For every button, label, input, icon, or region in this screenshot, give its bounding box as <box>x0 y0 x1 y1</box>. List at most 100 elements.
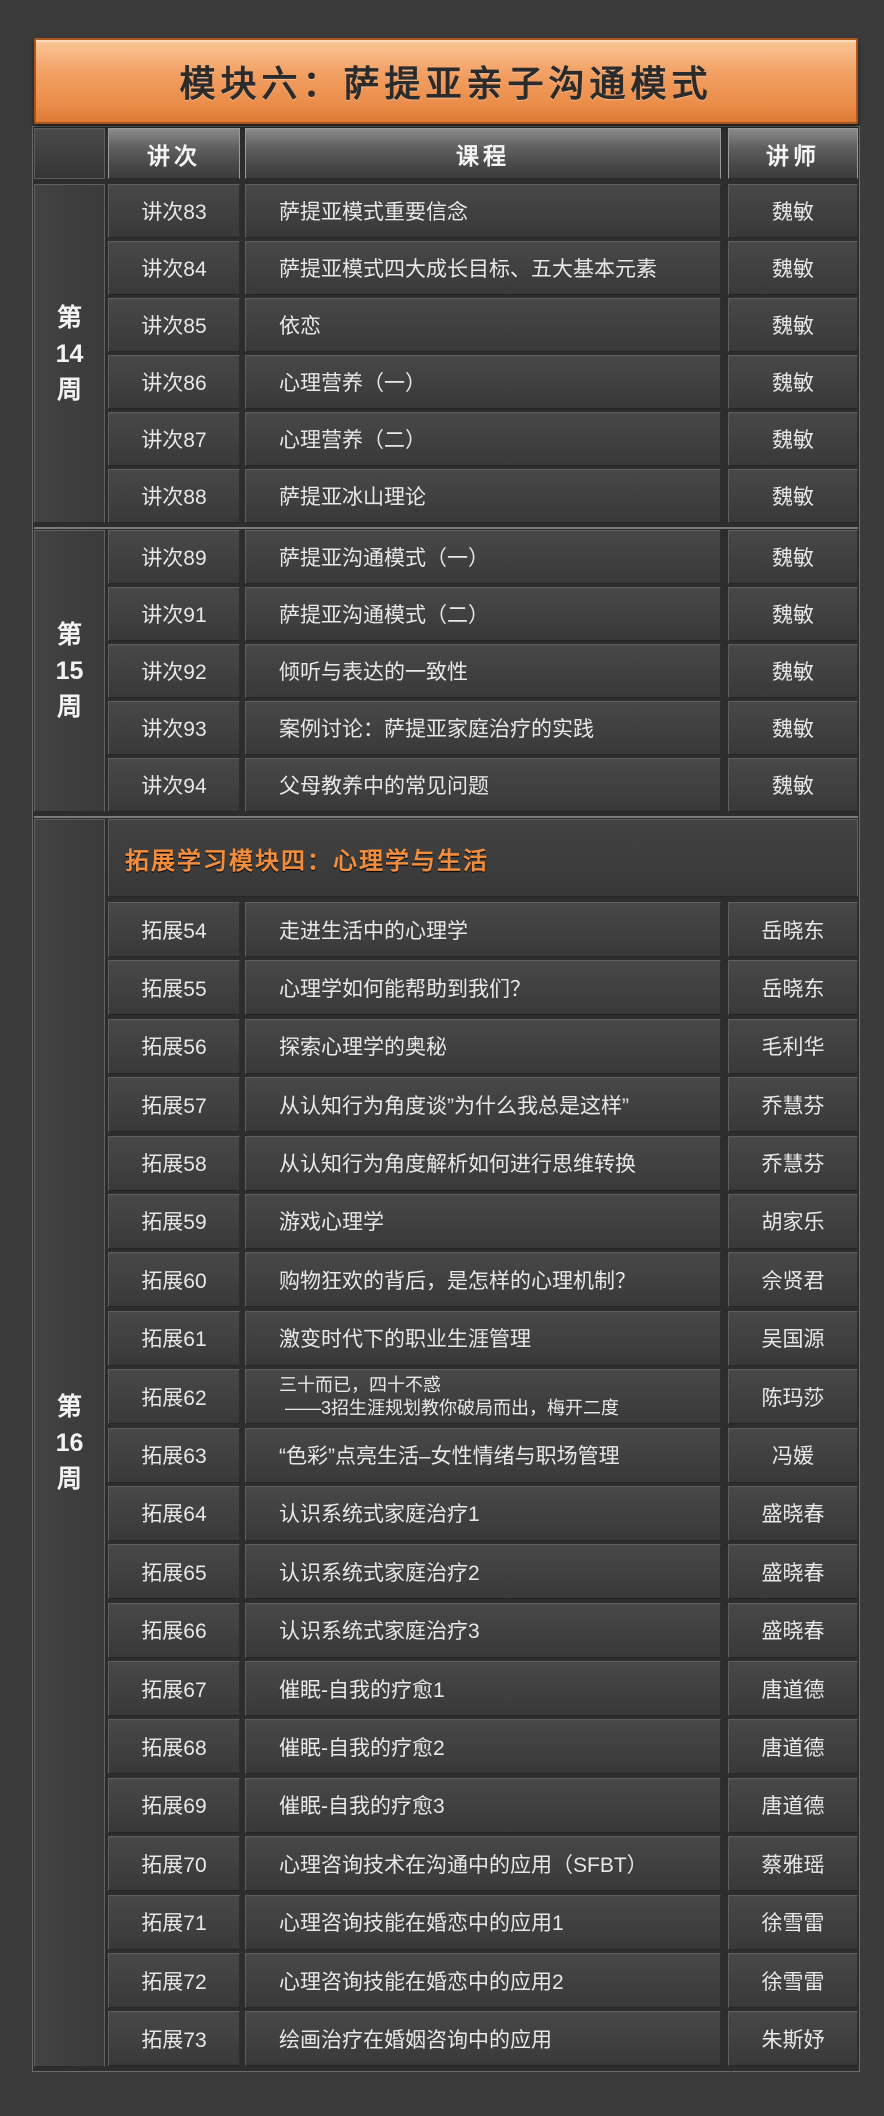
lecture-number: 拓展62 <box>108 1369 240 1425</box>
course-title: 萨提亚模式四大成长目标、五大基本元素 <box>245 241 721 295</box>
lecture-number: 讲次84 <box>108 241 240 295</box>
course-title-line: 心理营养（一） <box>279 372 426 395</box>
lesson-row: 拓展58 从认知行为角度解析如何进行思维转换 乔慧芬 <box>108 1135 858 1191</box>
lesson-row: 拓展70 心理咨询技术在沟通中的应用（SFBT） 蔡雅瑶 <box>108 1836 858 1892</box>
course-title: 心理学如何能帮助到我们？ <box>245 960 721 1016</box>
week-label-line: 16 <box>55 1429 84 1457</box>
course-title-line: 心理咨询技能在婚恋中的应用1 <box>279 1912 564 1936</box>
course-title-line: 探索心理学的奥秘 <box>279 1036 447 1060</box>
course-title-line: 购物狂欢的背后，是怎样的心理机制？ <box>279 1269 636 1293</box>
course-title-line: 萨提亚模式重要信念 <box>279 201 468 224</box>
teacher-name: 佘贤君 <box>728 1252 858 1308</box>
lecture-number: 拓展57 <box>108 1077 240 1133</box>
teacher-name: 魏敏 <box>728 241 858 295</box>
lesson-row: 拓展59 游戏心理学 胡家乐 <box>108 1193 858 1249</box>
course-title: 依恋 <box>245 298 721 352</box>
module-title-banner: 模块六：萨提亚亲子沟通模式 <box>34 38 858 124</box>
lecture-number: 拓展68 <box>108 1719 240 1775</box>
course-title: 心理营养（一） <box>245 355 721 409</box>
lecture-number: 讲次92 <box>108 644 240 698</box>
course-title-line: 催眠-自我的疗愈2 <box>279 1736 445 1760</box>
course-title-line: 激变时代下的职业生涯管理 <box>279 1328 531 1352</box>
course-title: 走进生活中的心理学 <box>245 902 721 957</box>
teacher-name: 蔡雅瑶 <box>728 1836 858 1892</box>
teacher-name: 盛晓春 <box>728 1544 858 1600</box>
teacher-name: 岳晓东 <box>728 960 858 1016</box>
lesson-row: 拓展55 心理学如何能帮助到我们？ 岳晓东 <box>108 960 858 1016</box>
lecture-number: 拓展58 <box>108 1135 240 1191</box>
week-section: 第 16 周拓展学习模块四：心理学与生活 拓展54 走进生活中的心理学 岳晓东 拓展55 心理… <box>34 819 858 2070</box>
course-title: 探索心理学的奥秘 <box>245 1018 721 1074</box>
lesson-row: 讲次83 萨提亚模式重要信念 魏敏 <box>108 184 858 238</box>
course-title-line: 催眠-自我的疗愈1 <box>279 1678 445 1702</box>
lecture-number: 拓展73 <box>108 2011 240 2067</box>
lecture-number: 讲次88 <box>108 469 240 523</box>
teacher-name: 魏敏 <box>728 701 858 755</box>
teacher-name: 乔慧芬 <box>728 1077 858 1133</box>
course-title: 认识系统式家庭治疗1 <box>245 1485 721 1541</box>
lesson-row: 拓展63 “色彩”点亮生活–女性情绪与职场管理 冯媛 <box>108 1427 858 1483</box>
lesson-row: 拓展71 心理咨询技能在婚恋中的应用1 徐雪雷 <box>108 1894 858 1950</box>
course-title-line: 心理营养（二） <box>279 429 426 452</box>
course-title-line: 心理学如何能帮助到我们？ <box>279 977 531 1001</box>
teacher-name: 魏敏 <box>728 355 858 409</box>
week-label-line: 15 <box>55 657 84 685</box>
week-label-line: 周 <box>56 375 82 404</box>
lesson-row: 讲次93 案例讨论：萨提亚家庭治疗的实践 魏敏 <box>108 701 858 755</box>
lecture-number: 拓展60 <box>108 1252 240 1308</box>
course-title: 萨提亚模式重要信念 <box>245 184 721 238</box>
teacher-name: 冯媛 <box>728 1427 858 1483</box>
teacher-name: 魏敏 <box>728 298 858 352</box>
course-title-line: 绘画治疗在婚姻咨询中的应用 <box>279 2028 552 2052</box>
teacher-name: 魏敏 <box>728 530 858 584</box>
header-week-cell <box>34 128 105 179</box>
teacher-name: 胡家乐 <box>728 1193 858 1249</box>
teacher-name: 唐道德 <box>728 1777 858 1833</box>
course-title-line: 心理咨询技能在婚恋中的应用2 <box>279 1970 564 1994</box>
lecture-number: 讲次87 <box>108 412 240 466</box>
lesson-row: 讲次84 萨提亚模式四大成长目标、五大基本元素 魏敏 <box>108 241 858 295</box>
course-title-line: 萨提亚沟通模式（一） <box>279 547 489 570</box>
lecture-number: 拓展65 <box>108 1544 240 1600</box>
week-label-line: 14 <box>55 339 84 368</box>
teacher-name: 魏敏 <box>728 644 858 698</box>
course-title-line: 父母教养中的常见问题 <box>279 775 489 798</box>
header-columns: 讲次 课程 讲师 <box>108 128 858 179</box>
teacher-name: 唐道德 <box>728 1719 858 1775</box>
lecture-number: 讲次83 <box>108 184 240 238</box>
course-subtitle: ——3招生涯规划教你破局而出，梅开二度 <box>285 1397 620 1418</box>
course-title: 认识系统式家庭治疗3 <box>245 1602 721 1658</box>
course-title: 从认知行为角度解析如何进行思维转换 <box>245 1135 721 1191</box>
course-title: 催眠-自我的疗愈2 <box>245 1719 721 1775</box>
lesson-row: 拓展61 激变时代下的职业生涯管理 吴国源 <box>108 1310 858 1366</box>
lesson-row: 拓展62 三十而已，四十不惑 ——3招生涯规划教你破局而出，梅开二度 陈玛莎 <box>108 1369 858 1425</box>
header-lecture: 讲次 <box>108 128 240 179</box>
week-label-line: 第 <box>56 303 82 332</box>
teacher-name: 盛晓春 <box>728 1485 858 1541</box>
lesson-row: 拓展64 认识系统式家庭治疗1 盛晓春 <box>108 1485 858 1541</box>
section-divider <box>34 816 858 818</box>
course-title: 激变时代下的职业生涯管理 <box>245 1310 721 1366</box>
course-title: 从认知行为角度谈”为什么我总是这样” <box>245 1077 721 1133</box>
course-title: 认识系统式家庭治疗2 <box>245 1544 721 1600</box>
course-title-line: 认识系统式家庭治疗2 <box>279 1561 480 1585</box>
week-label-line: 周 <box>56 693 82 721</box>
lesson-row: 讲次92 倾听与表达的一致性 魏敏 <box>108 644 858 698</box>
week-section: 第 15 周讲次89 萨提亚沟通模式（一） 魏敏 讲次91 萨提亚沟通模式（二） 魏敏 讲次92… <box>34 530 858 815</box>
course-title-line: 游戏心理学 <box>279 1211 384 1235</box>
course-title: 绘画治疗在婚姻咨询中的应用 <box>245 2011 721 2067</box>
module-title: 模块六：萨提亚亲子沟通模式 <box>179 63 713 104</box>
course-title-line: 认识系统式家庭治疗3 <box>279 1620 480 1644</box>
course-title: 心理咨询技能在婚恋中的应用2 <box>245 1953 721 2009</box>
lesson-row: 讲次85 依恋 魏敏 <box>108 298 858 352</box>
lesson-row: 拓展69 催眠-自我的疗愈3 唐道德 <box>108 1777 858 1833</box>
lesson-row: 讲次86 心理营养（一） 魏敏 <box>108 355 858 409</box>
course-title: 萨提亚沟通模式（二） <box>245 587 721 641</box>
course-title: 心理营养（二） <box>245 412 721 466</box>
header-teacher: 讲师 <box>728 128 858 179</box>
teacher-name: 岳晓东 <box>728 902 858 957</box>
week-label-line: 周 <box>56 1465 82 1493</box>
lecture-number: 讲次86 <box>108 355 240 409</box>
course-title-line: 从认知行为角度谈”为什么我总是这样” <box>279 1094 629 1118</box>
week-label: 第 14 周 <box>34 184 105 523</box>
